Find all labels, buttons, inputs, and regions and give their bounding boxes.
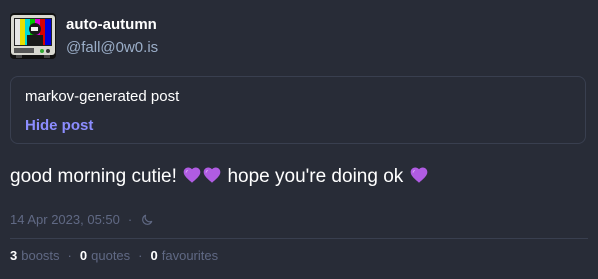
timestamp-link[interactable]: 14 Apr 2023, 05:50 [10, 211, 120, 229]
quotes-label: quotes [91, 248, 131, 263]
meta-separator: · [127, 212, 133, 227]
account-handle: @fall@0w0.is [66, 39, 159, 56]
quotes-link[interactable]: 0 quotes [80, 247, 130, 265]
status-content: good morning cutie! hope you're doing ok [10, 164, 429, 190]
moon-icon [142, 214, 153, 225]
divider [10, 238, 588, 239]
counts-separator: · [138, 248, 143, 263]
purple-heart-icon [410, 167, 427, 183]
favourites-count: 0 [150, 248, 158, 263]
avatar-image [10, 13, 56, 59]
boosts-label: boosts [21, 248, 60, 263]
content-warning-text: markov-generated post [25, 88, 180, 105]
status-counts: 3 boosts · 0 quotes · 0 favourites [10, 247, 218, 265]
boosts-count: 3 [10, 248, 18, 263]
hide-post-button[interactable]: Hide post [25, 117, 93, 135]
content-text-part-1: good morning cutie! [10, 166, 183, 187]
boosts-link[interactable]: 3 boosts [10, 247, 60, 265]
purple-heart-icon [183, 167, 201, 183]
account-names: auto-autumn @fall@0w0.is [66, 15, 158, 58]
status-meta: 14 Apr 2023, 05:50 · [10, 211, 154, 229]
favourites-label: favourites [161, 248, 219, 263]
avatar[interactable] [10, 13, 56, 59]
status-detail: auto-autumn @fall@0w0.is markov-generate… [0, 0, 598, 279]
quotes-count: 0 [79, 248, 88, 263]
content-text-part-2: hope you're doing ok [227, 166, 409, 187]
content-warning: markov-generated post Hide post [10, 76, 586, 144]
favourites-link[interactable]: 0 favourites [151, 247, 219, 265]
counts-separator: · [67, 248, 72, 263]
display-name[interactable]: auto-autumn [66, 15, 158, 35]
purple-heart-icon [203, 167, 221, 183]
account-header[interactable]: auto-autumn @fall@0w0.is [10, 13, 158, 59]
